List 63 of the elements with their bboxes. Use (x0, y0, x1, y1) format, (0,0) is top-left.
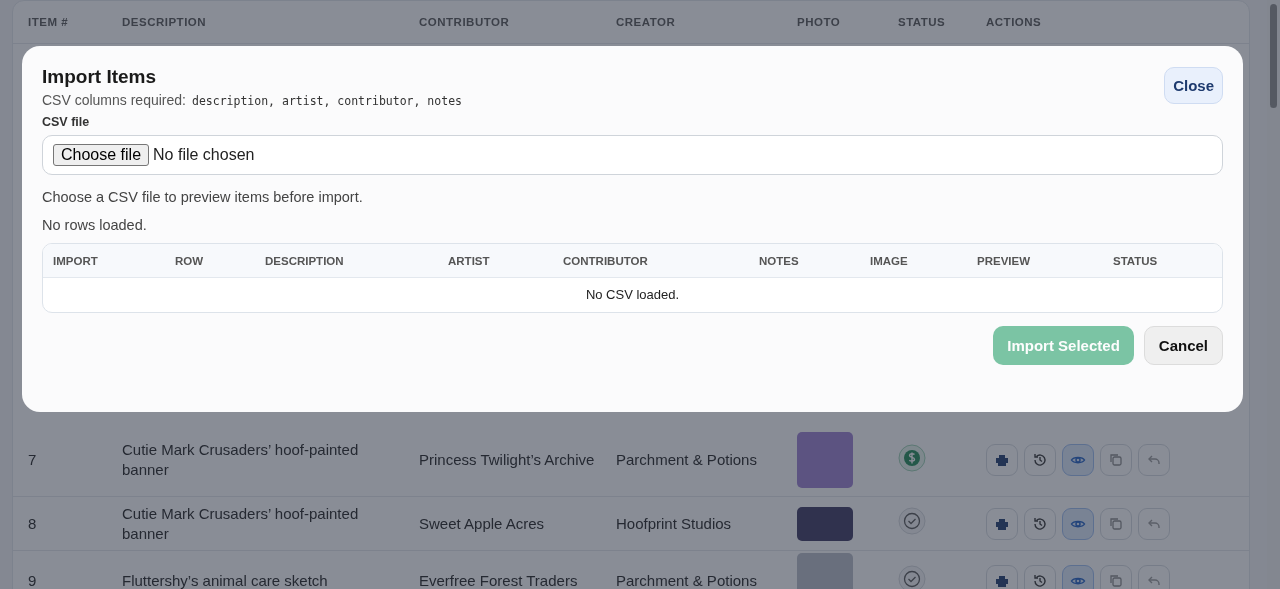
copy-button[interactable] (1100, 507, 1132, 540)
column-header: IMAGE (870, 254, 909, 267)
history-button[interactable] (1024, 507, 1056, 540)
item-number: 9 (28, 571, 38, 589)
cancel-button[interactable]: Cancel (1143, 326, 1223, 365)
item-description: Cutie Mark Crusaders’ hoof-painted banner (122, 503, 360, 544)
dialog-title: Import Items (42, 66, 158, 88)
column-header: STATUS (1113, 254, 1159, 267)
contributor-name: Princess Twilight’s Archive (419, 450, 596, 470)
photo-placeholder (797, 506, 853, 541)
item-number: 7 (28, 450, 38, 470)
choose-file-button[interactable]: Choose file (53, 144, 150, 166)
reply-arrow-button[interactable] (1138, 507, 1170, 540)
column-header: CONTRIBUTOR (563, 254, 649, 267)
eye-button[interactable] (1062, 565, 1094, 589)
item-description: Fluttershy’s animal care sketch (122, 571, 329, 589)
column-header: DESCRIPTION (122, 16, 208, 28)
column-header: ACTIONS (986, 16, 1043, 28)
history-button[interactable] (1024, 565, 1056, 589)
copy-icon (1108, 515, 1124, 532)
creator-name: Parchment & Potions (616, 450, 758, 470)
history-button[interactable] (1024, 444, 1056, 476)
copy-button[interactable] (1100, 444, 1132, 476)
column-header: PREVIEW (977, 254, 1032, 267)
printer-button[interactable] (986, 444, 1018, 476)
column-header: STATUS (898, 16, 947, 28)
rows-status: No rows loaded. (42, 217, 148, 233)
column-header: PHOTO (797, 16, 842, 28)
file-input-field[interactable]: Choose file No file chosen (42, 135, 1223, 175)
creator-name: Parchment & Potions (616, 571, 758, 589)
field-label: CSV file (42, 115, 91, 129)
column-header: ROW (175, 254, 205, 267)
reply-arrow-button[interactable] (1138, 444, 1170, 476)
column-header: ARTIST (448, 254, 491, 267)
column-header: NOTES (759, 254, 800, 267)
column-header: ITEM # (28, 16, 70, 28)
help-text: Choose a CSV file to preview items before import. (42, 189, 364, 205)
file-status: No file chosen (153, 146, 255, 164)
close-button[interactable]: Close (1164, 67, 1223, 104)
contributor-name: Sweet Apple Acres (419, 513, 546, 534)
eye-button[interactable] (1062, 444, 1094, 476)
empty-message: No CSV loaded. (585, 287, 680, 302)
copy-icon (1108, 573, 1124, 589)
item-description: Cutie Mark Crusaders’ hoof-painted banner (122, 440, 360, 480)
printer-button[interactable] (986, 507, 1018, 540)
required-columns-list: description, artist, contributor, notes (191, 94, 462, 108)
contributor-name: Everfree Forest Traders (419, 571, 579, 589)
reply-arrow-button[interactable] (1138, 565, 1170, 589)
column-header: CREATOR (616, 16, 677, 28)
copy-icon (1108, 452, 1124, 468)
item-number: 8 (28, 513, 38, 534)
history-icon (1032, 452, 1048, 468)
required-columns-label: CSV columns required: (42, 92, 186, 108)
printer-button[interactable] (986, 565, 1018, 589)
column-header: DESCRIPTION (265, 254, 345, 267)
eye-button[interactable] (1062, 507, 1094, 540)
history-icon (1032, 515, 1048, 532)
column-header: IMPORT (53, 254, 99, 267)
copy-button[interactable] (1100, 565, 1132, 589)
creator-name: Hoofprint Studios (616, 513, 733, 534)
history-icon (1032, 573, 1048, 589)
photo-placeholder (797, 432, 853, 488)
column-header: CONTRIBUTOR (419, 16, 511, 28)
